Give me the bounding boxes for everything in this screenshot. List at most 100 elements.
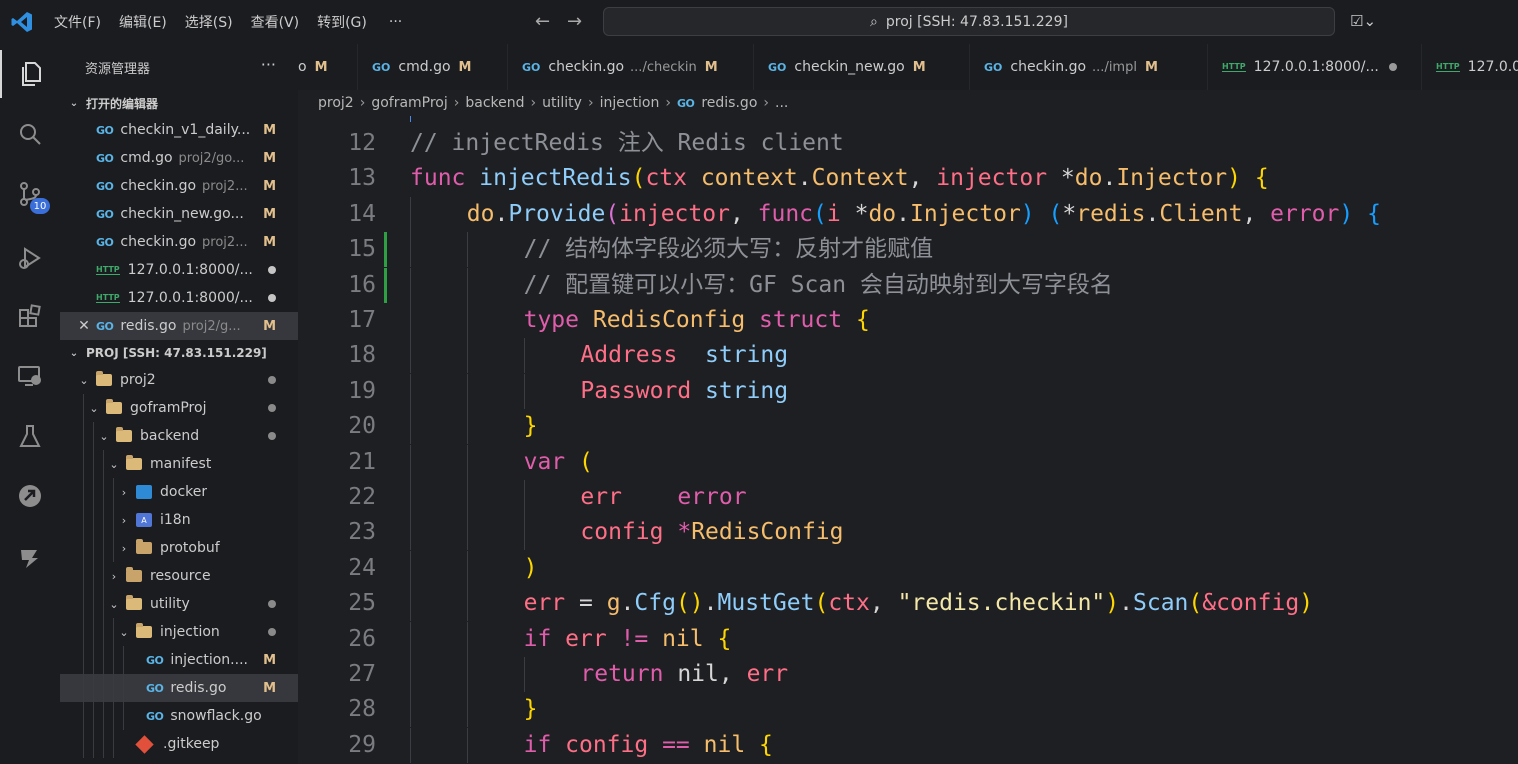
explorer-icon[interactable] (0, 50, 60, 98)
tree-item[interactable]: › resource (60, 562, 298, 590)
code-line[interactable]: 16 // 配置键可以小写：GF Scan 会自动映射到大写字段名 (298, 267, 1518, 303)
breadcrumb-item[interactable]: redis.go (701, 95, 757, 111)
tree-item[interactable]: › docker (60, 478, 298, 506)
vscode-logo-icon[interactable] (10, 10, 34, 34)
indent-guide (523, 373, 525, 409)
indent-guide (93, 450, 94, 478)
code-line[interactable]: 18 Address string (298, 338, 1518, 374)
code-line[interactable]: 12 // injectRedis 注入 Redis client (298, 126, 1518, 161)
close-icon[interactable]: ✕ (76, 318, 92, 334)
editor-tab[interactable]: GO checkin_new.go M (754, 44, 970, 90)
open-editor-item[interactable]: GO checkin.go proj2... M (60, 172, 298, 200)
indent-guide (410, 515, 411, 551)
extensions-icon[interactable] (0, 292, 60, 340)
code-line[interactable]: 21 var ( (298, 444, 1518, 480)
menu-item[interactable]: 文件(F) (54, 12, 101, 32)
source-control-icon[interactable]: 10 (0, 170, 60, 218)
tab-path: .../checkin (630, 59, 697, 75)
tree-item-label: protobuf (160, 540, 220, 556)
code-token: ( (814, 590, 829, 617)
tree-item[interactable]: .gitkeep (60, 730, 298, 758)
rest-client-icon[interactable] (0, 534, 60, 582)
forward-arrow-icon[interactable]: → (567, 11, 582, 32)
tree-item[interactable]: ⌄ proj2 (60, 366, 298, 394)
tab-label: checkin_new.go (794, 59, 905, 75)
editor-tab[interactable]: GO cmd.go M (358, 44, 508, 90)
project-section[interactable]: ⌄ PROJ [SSH: 47.83.151.229] (60, 340, 298, 366)
remote-ssh-icon[interactable] (0, 472, 60, 520)
remote-explorer-icon[interactable] (0, 352, 60, 400)
editor-tab[interactable]: oM (298, 44, 358, 90)
open-editor-item[interactable]: HTTP 127.0.0.1:8000/... (60, 284, 298, 312)
line-number: 15 (348, 236, 376, 263)
code-line[interactable]: 15 // 结构体字段必须大写：反射才能赋值 (298, 232, 1518, 268)
code-line[interactable]: 14 do.Provide(injector, func(i *do.Inject… (298, 196, 1518, 232)
open-editor-item[interactable]: HTTP 127.0.0.1:8000/... (60, 256, 298, 284)
indent-guide (83, 478, 84, 506)
code-line[interactable]: 24) (298, 550, 1518, 586)
editor-tab[interactable]: GO checkin.go .../checkin M (508, 44, 754, 90)
tree-item[interactable]: GO redis.go M (60, 674, 298, 702)
open-editor-item[interactable]: GO checkin_v1_daily... M (60, 116, 298, 144)
code-line[interactable]: 27 return nil, err (298, 657, 1518, 692)
tree-item[interactable]: ⌄ manifest (60, 450, 298, 478)
indent-guide (466, 338, 468, 374)
run-debug-icon[interactable] (0, 234, 60, 282)
editor-tab[interactable]: HTTP 127.0.0.1:8000/... (1208, 44, 1422, 90)
menu-item[interactable]: 选择(S) (185, 12, 233, 32)
code-line[interactable]: 28} (298, 692, 1518, 728)
code-line[interactable]: 13 func injectRedis(ctx context.Context, … (298, 161, 1518, 196)
indent-guide (410, 267, 411, 303)
editor-tab[interactable]: GO checkin.go .../impl M (970, 44, 1208, 90)
code-token: injector (936, 165, 1061, 192)
code-line[interactable]: 29 if config == nil { (298, 727, 1518, 763)
open-editor-item[interactable]: ✕ GO redis.go proj2/g... M (60, 312, 298, 340)
indent-guide (410, 586, 411, 622)
menu-item[interactable]: 查看(V) (251, 12, 300, 32)
code-line[interactable]: 25 err = g.Cfg().MustGet(ctx, "redis.chec… (298, 586, 1518, 622)
chat-icon[interactable]: ☑⌄ (1350, 12, 1376, 30)
code-line[interactable]: 17 type RedisConfig struct { (298, 303, 1518, 338)
file-name: checkin_new.go... (120, 206, 244, 222)
code-token: ( (1188, 590, 1203, 617)
more-actions-icon[interactable]: ··· (261, 55, 276, 74)
tree-item[interactable]: › Ai18n (60, 506, 298, 534)
search-icon[interactable] (0, 110, 60, 158)
code-editor[interactable]: 12 // injectRedis 注入 Redis client 13 func i… (298, 116, 1518, 764)
tree-item[interactable]: ⌄ goframProj (60, 394, 298, 422)
code-line[interactable]: 19 Password string (298, 373, 1518, 409)
editor-tab[interactable]: HTTP 127.0.0.1:8 (1422, 44, 1518, 90)
line-number: 20 (348, 413, 376, 440)
code-content: if err != nil { (524, 622, 732, 657)
back-arrow-icon[interactable]: ← (535, 11, 550, 32)
open-editors-section[interactable]: ⌄ 打开的编辑器 (60, 90, 298, 116)
tree-item[interactable]: GO snowflack.go (60, 702, 298, 730)
code-line[interactable]: 26 if err != nil { (298, 621, 1518, 657)
tree-item[interactable]: ⌄ utility (60, 590, 298, 618)
line-number: 12 (348, 130, 376, 156)
breadcrumb-item[interactable]: proj2 (318, 95, 354, 111)
menu-item[interactable]: 转到(G) (317, 12, 367, 32)
open-editor-item[interactable]: GO cmd.go proj2/go... M (60, 144, 298, 172)
tree-item[interactable]: GO injection.... M (60, 646, 298, 674)
code-line[interactable]: 20} (298, 409, 1518, 445)
breadcrumb-item[interactable]: utility (542, 95, 582, 111)
menu-item[interactable]: 编辑(E) (119, 12, 167, 32)
code-line[interactable]: 22 err error (298, 480, 1518, 515)
tree-item[interactable]: ⌄ injection (60, 618, 298, 646)
go-file-icon: GO (96, 123, 114, 137)
breadcrumb-item[interactable]: injection (600, 95, 660, 111)
tree-item[interactable]: › protobuf (60, 534, 298, 562)
editor-cursor (410, 116, 411, 122)
open-editor-item[interactable]: GO checkin_new.go... M (60, 200, 298, 228)
code-token: var (523, 448, 579, 475)
testing-icon[interactable] (0, 412, 60, 460)
open-editor-item[interactable]: GO checkin.go proj2... M (60, 228, 298, 256)
breadcrumb-item[interactable]: ... (775, 95, 788, 111)
menu-more-button[interactable]: ··· (389, 14, 402, 30)
breadcrumb-item[interactable]: backend (465, 95, 524, 111)
tree-item[interactable]: ⌄ backend (60, 422, 298, 450)
breadcrumb-item[interactable]: goframProj (371, 95, 447, 111)
code-line[interactable]: 23 config *RedisConfig (298, 515, 1518, 551)
command-center-search[interactable]: ⌕ proj [SSH: 47.83.151.229] (603, 7, 1335, 36)
